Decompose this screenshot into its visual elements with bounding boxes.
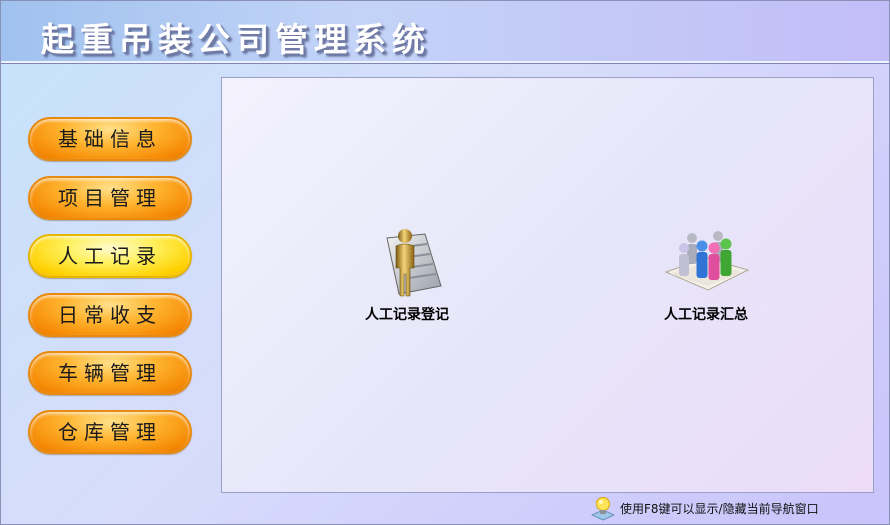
- sidebar-item-labor-records[interactable]: 人工记录: [28, 234, 192, 278]
- labor-record-entry-label: 人工记录登记: [365, 307, 449, 323]
- people-group-icon: [664, 231, 750, 291]
- title-bar: 起重吊装公司管理系统: [1, 1, 889, 64]
- sidebar-item-vehicle-management[interactable]: 车辆管理: [28, 351, 192, 395]
- sidebar-item-warehouse-management[interactable]: 仓库管理: [28, 409, 192, 454]
- navigation-toggle-hint: 使用F8键可以显示/隐藏当前导航窗口: [590, 494, 819, 522]
- labor-record-summary-label: 人工记录汇总: [664, 307, 748, 323]
- app-title: 起重吊装公司管理系统: [41, 20, 431, 59]
- sidebar-item-basic-info[interactable]: 基础信息: [28, 117, 192, 161]
- person-document-icon: [386, 229, 442, 297]
- sidebar-item-project-management[interactable]: 项目管理: [28, 175, 192, 220]
- sidebar-nav: 基础信息 项目管理 人工记录 日常收支 车辆管理 仓库管理: [28, 117, 194, 468]
- labor-record-entry-button[interactable]: 人工记录登记: [337, 224, 477, 324]
- labor-record-summary-button[interactable]: 人工记录汇总: [636, 224, 776, 324]
- lightbulb-icon: [591, 497, 615, 521]
- navigation-toggle-hint-text: 使用F8键可以显示/隐藏当前导航窗口: [620, 501, 819, 516]
- sidebar-item-daily-income-expense[interactable]: 日常收支: [28, 292, 192, 337]
- main-panel: 人工记录登记 人工记录汇总: [221, 77, 874, 493]
